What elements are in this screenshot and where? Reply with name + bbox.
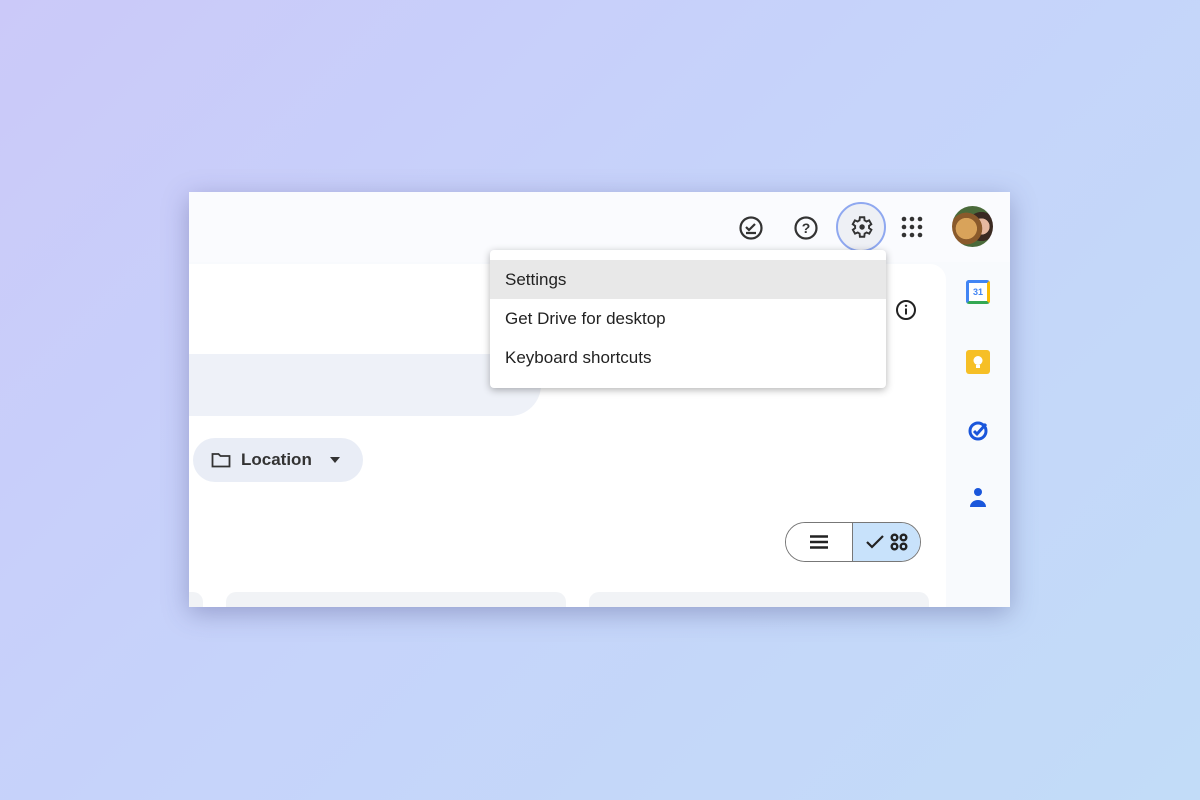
location-label: Location — [241, 450, 312, 469]
settings-gear-button[interactable] — [836, 202, 886, 252]
help-icon[interactable]: ? — [792, 214, 820, 242]
check-icon — [865, 535, 884, 549]
file-card[interactable] — [226, 592, 566, 607]
menu-item-settings[interactable]: Settings — [490, 260, 886, 299]
drive-window: ? Location 31 Settings Get Drive for des… — [189, 192, 1010, 607]
svg-text:?: ? — [802, 220, 811, 236]
info-icon[interactable] — [894, 298, 918, 322]
calendar-icon[interactable]: 31 — [966, 280, 990, 304]
file-card[interactable] — [189, 592, 203, 607]
tasks-icon[interactable] — [966, 418, 990, 442]
grid-view-button[interactable] — [853, 523, 920, 561]
list-icon — [810, 535, 828, 549]
list-view-button[interactable] — [786, 523, 853, 561]
contacts-icon[interactable] — [966, 486, 990, 510]
grid-icon — [890, 533, 907, 551]
menu-item-get-drive-for-desktop[interactable]: Get Drive for desktop — [490, 299, 886, 338]
offline-ready-icon[interactable] — [737, 214, 765, 242]
settings-dropdown-menu: Settings Get Drive for desktop Keyboard … — [490, 250, 886, 388]
location-filter-chip[interactable]: Location — [193, 438, 363, 482]
search-bar[interactable] — [189, 354, 541, 416]
menu-item-keyboard-shortcuts[interactable]: Keyboard shortcuts — [490, 338, 886, 377]
keep-icon[interactable] — [966, 350, 990, 374]
apps-grid-icon[interactable] — [899, 214, 925, 240]
avatar[interactable] — [952, 206, 993, 247]
dropdown-arrow-icon — [329, 457, 340, 463]
side-panel: 31 — [946, 264, 1010, 607]
file-card[interactable] — [589, 592, 929, 607]
gear-icon — [851, 216, 873, 238]
folder-icon — [211, 453, 231, 468]
view-toggle — [785, 522, 921, 562]
